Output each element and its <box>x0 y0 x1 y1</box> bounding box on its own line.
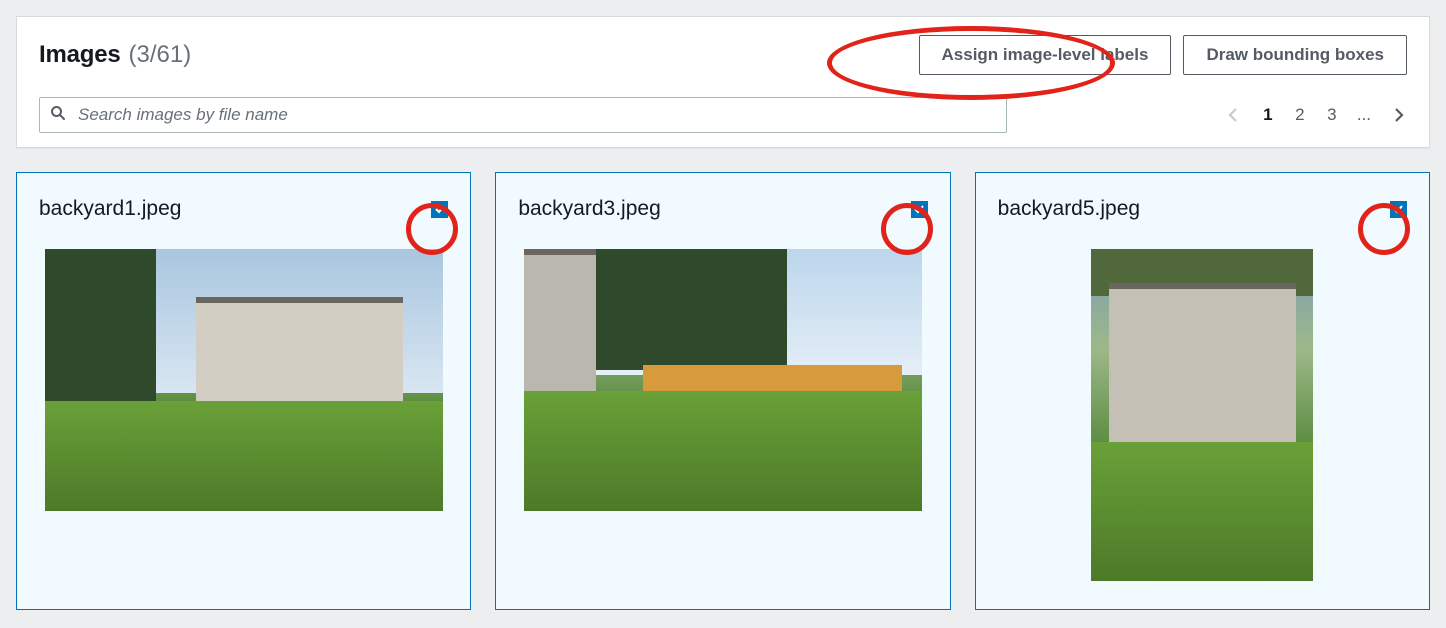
image-filename: backyard5.jpeg <box>998 197 1140 221</box>
pagination-prev-icon <box>1225 106 1243 124</box>
checkmark-icon <box>434 203 446 215</box>
draw-bounding-boxes-button[interactable]: Draw bounding boxes <box>1183 35 1407 75</box>
pagination-page-1[interactable]: 1 <box>1261 105 1275 125</box>
images-header-panel: Images (3/61) Assign image-level labels … <box>16 16 1430 148</box>
image-card[interactable]: backyard5.jpeg <box>975 172 1430 610</box>
checkmark-icon <box>913 203 925 215</box>
image-thumbnail[interactable] <box>1091 249 1313 581</box>
pagination-ellipsis: ... <box>1357 105 1371 125</box>
images-title-label: Images <box>39 41 121 69</box>
image-filename: backyard1.jpeg <box>39 197 181 221</box>
checkmark-icon <box>1392 203 1404 215</box>
image-filename: backyard3.jpeg <box>518 197 660 221</box>
search-input[interactable] <box>76 104 996 126</box>
image-select-checkbox[interactable] <box>1390 201 1407 218</box>
assign-image-level-labels-button[interactable]: Assign image-level labels <box>919 35 1172 75</box>
image-select-checkbox[interactable] <box>431 201 448 218</box>
image-card[interactable]: backyard1.jpeg <box>16 172 471 610</box>
pagination: 1 2 3 ... <box>1225 105 1407 125</box>
search-icon <box>50 105 66 126</box>
search-input-wrapper[interactable] <box>39 97 1007 133</box>
pagination-page-3[interactable]: 3 <box>1325 105 1339 125</box>
pagination-next-icon[interactable] <box>1389 106 1407 124</box>
page-title: Images (3/61) <box>39 41 191 69</box>
image-thumbnail[interactable] <box>524 249 922 511</box>
pagination-page-2[interactable]: 2 <box>1293 105 1307 125</box>
images-count: (3/61) <box>129 41 192 69</box>
image-card[interactable]: backyard3.jpeg <box>495 172 950 610</box>
image-thumbnail[interactable] <box>45 249 443 511</box>
image-select-checkbox[interactable] <box>911 201 928 218</box>
